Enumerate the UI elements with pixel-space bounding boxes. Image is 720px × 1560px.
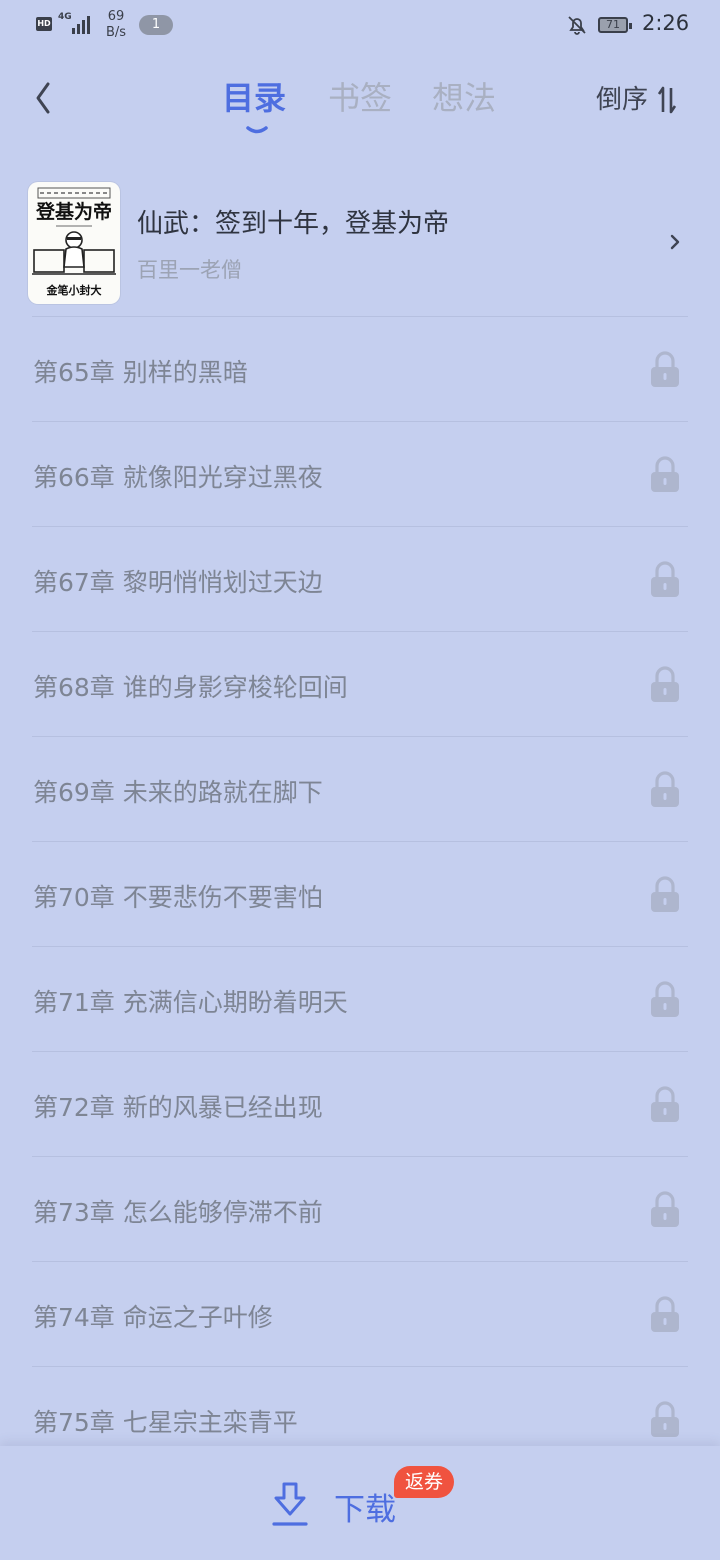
tab-bookmarks[interactable]: 书签 (328, 76, 392, 120)
sort-arrows-icon (657, 86, 677, 114)
book-title[interactable]: 仙武：签到十年，登基为帝 (137, 203, 449, 240)
chapter-title: 第74章 命运之子叶修 (33, 1303, 273, 1332)
cover-footer: 金笔小封大 (46, 283, 102, 297)
network-speed: 69 B/s (103, 9, 129, 41)
download-icon (272, 1482, 308, 1526)
chevron-right-icon[interactable] (666, 228, 684, 256)
book-cover-art: 登基为帝 金笔小封大 (32, 187, 116, 297)
sort-label: 倒序 (596, 85, 649, 115)
chapter-item[interactable]: 第66章 就像阳光穿过黑夜 (32, 421, 688, 526)
chapter-item[interactable]: 第72章 新的风暴已经出现 (32, 1051, 688, 1156)
network-type: 4G (58, 12, 72, 22)
back-arrow-icon[interactable] (28, 76, 68, 120)
chapter-list: 第65章 别样的黑暗 第66章 就像阳光穿过黑夜 第67章 黎明悄悄划过天边 第… (0, 316, 720, 1471)
chapter-item[interactable]: 第73章 怎么能够停滞不前 (32, 1156, 688, 1261)
sort-toggle-button[interactable]: 倒序 (596, 80, 678, 120)
chapter-title: 第71章 充满信心期盼着明天 (33, 988, 348, 1017)
download-label: 下载 (334, 1492, 396, 1528)
network-speed-value: 69 (107, 9, 125, 24)
chapter-item[interactable]: 第68章 谁的身影穿梭轮回间 (32, 631, 688, 736)
book-author: 百里一老僧 (137, 258, 242, 282)
battery-icon: 71 (598, 17, 632, 33)
bottom-bar: 下载 (0, 1446, 720, 1560)
chapter-item[interactable]: 第74章 命运之子叶修 (32, 1261, 688, 1366)
chapter-item[interactable]: 第71章 充满信心期盼着明天 (32, 946, 688, 1051)
book-cover[interactable]: 登基为帝 金笔小封大 (28, 182, 120, 304)
notification-count: 1 (139, 15, 173, 35)
bell-muted-icon (568, 16, 586, 35)
chapter-title: 第67章 黎明悄悄划过天边 (33, 568, 323, 597)
hd-indicator: HD (36, 17, 52, 31)
lock-icon (651, 561, 679, 597)
chapter-item[interactable]: 第69章 未来的路就在脚下 (32, 736, 688, 841)
cover-title: 登基为帝 (35, 200, 112, 223)
chapter-item[interactable]: 第65章 别样的黑暗 (32, 316, 688, 421)
lock-icon (651, 981, 679, 1017)
lock-icon (651, 1191, 679, 1227)
lock-icon (651, 351, 679, 387)
coupon-badge: 返券 (394, 1466, 454, 1498)
lock-icon (651, 771, 679, 807)
chapter-title: 第70章 不要悲伤不要害怕 (33, 883, 323, 912)
lock-icon (651, 456, 679, 492)
tab-catalog[interactable]: 目录 (222, 76, 286, 120)
chapter-title: 第65章 别样的黑暗 (33, 358, 248, 387)
chapter-item[interactable]: 第67章 黎明悄悄划过天边 (32, 526, 688, 631)
status-bar: HD 4G 69 B/s 1 71 2:26 (0, 0, 720, 52)
network-speed-unit: B/s (105, 25, 127, 40)
chapter-title: 第72章 新的风暴已经出现 (33, 1093, 323, 1122)
lock-icon (651, 1296, 679, 1332)
lock-icon (651, 1401, 679, 1437)
clock: 2:26 (642, 11, 690, 35)
chapter-title: 第66章 就像阳光穿过黑夜 (33, 463, 323, 492)
lock-icon (651, 666, 679, 702)
active-tab-indicator (246, 126, 268, 134)
chapter-title: 第69章 未来的路就在脚下 (33, 778, 323, 807)
tab-thoughts[interactable]: 想法 (432, 76, 496, 120)
chapter-item[interactable]: 第70章 不要悲伤不要害怕 (32, 841, 688, 946)
chapter-title: 第73章 怎么能够停滞不前 (33, 1198, 323, 1227)
chapter-title: 第68章 谁的身影穿梭轮回间 (33, 673, 348, 702)
lock-icon (651, 876, 679, 912)
lock-icon (651, 1086, 679, 1122)
chapter-title: 第75章 七星宗主栾青平 (33, 1408, 298, 1437)
